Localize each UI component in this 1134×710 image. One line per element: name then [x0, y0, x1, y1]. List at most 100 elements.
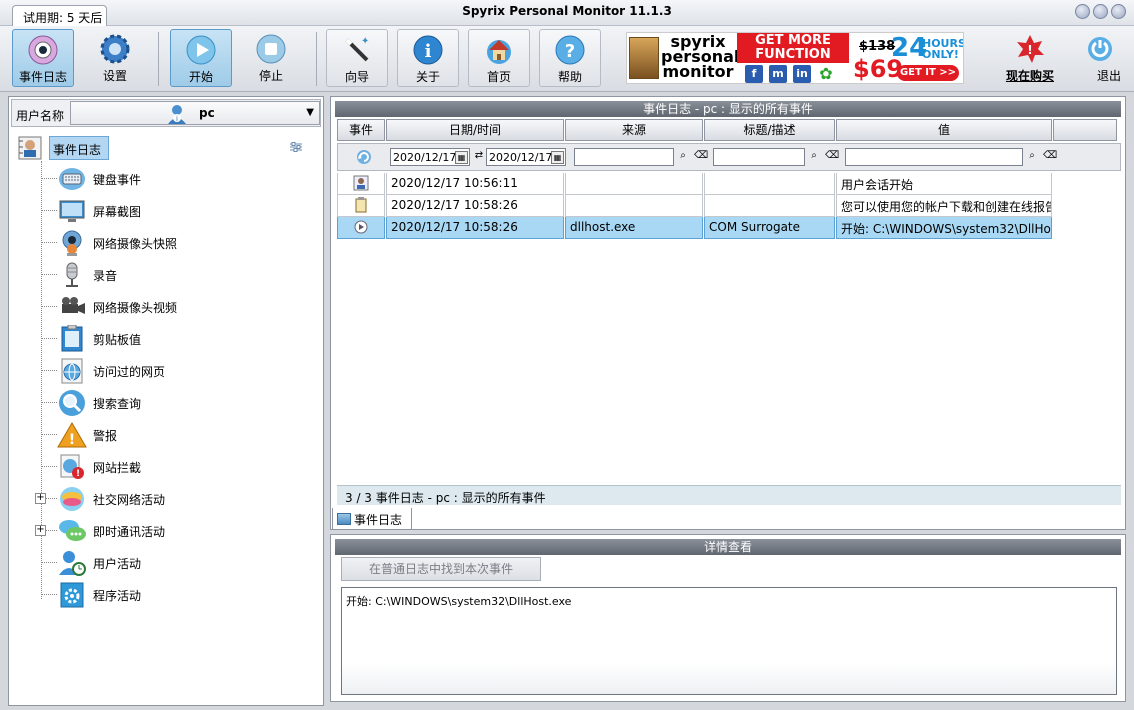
- date-link-icon[interactable]: ⇄: [472, 149, 486, 163]
- details-content[interactable]: 开始: C:\WINDOWS\system32\DllHost.exe: [341, 587, 1117, 695]
- close-button[interactable]: [1111, 4, 1126, 19]
- find-in-log-button[interactable]: 在普通日志中找到本次事件: [341, 557, 541, 581]
- svg-text:?: ?: [565, 41, 575, 62]
- clear-filter-icon[interactable]: ⌫: [1043, 149, 1057, 163]
- source-filter-input[interactable]: [574, 148, 674, 166]
- event-log-icon: [17, 134, 45, 162]
- buy-now-button[interactable]: ! 现在购买: [970, 29, 1090, 87]
- help-icon: ?: [554, 34, 586, 66]
- sidebar: 用户名称 i pc ▼ 事件日志 键盘事件 屏幕截图 网络摄像头快照 录音 网络…: [8, 96, 324, 706]
- tree-root-label: 事件日志: [49, 136, 109, 160]
- social-icon: [57, 485, 87, 513]
- toolbar-settings-button[interactable]: 设置: [84, 29, 146, 87]
- search-icon: [57, 389, 87, 417]
- binoculars-icon[interactable]: ⌕: [1025, 149, 1039, 163]
- sidebar-item-webcam-video[interactable]: 网络摄像头视频: [41, 291, 321, 323]
- home-icon: [483, 34, 515, 66]
- user-dropdown[interactable]: i pc ▼: [70, 101, 320, 125]
- linkedin-icon: in: [793, 65, 811, 83]
- promo-headline: GET MORE FUNCTION: [737, 33, 849, 63]
- minimize-button[interactable]: [1075, 4, 1090, 19]
- user-selector-row: 用户名称 i pc ▼: [11, 99, 321, 127]
- calendar-icon[interactable]: ▦: [551, 151, 564, 164]
- filter-row: 2020/12/17 ▦ ⇄ 2020/12/17 ▦ ⌕ ⌫ ⌕ ⌫ ⌕ ⌫: [337, 143, 1121, 171]
- toolbar-event-log-button[interactable]: 事件日志: [12, 29, 74, 87]
- svg-text:!: !: [69, 432, 75, 448]
- column-header-datetime[interactable]: 日期/时间: [386, 119, 564, 141]
- expand-toggle[interactable]: +: [35, 493, 46, 504]
- sidebar-item-webcam-snapshots[interactable]: 网络摄像头快照: [41, 227, 321, 259]
- column-header-event[interactable]: 事件: [337, 119, 385, 141]
- table-row-selected[interactable]: 2020/12/17 10:58:26 dllhost.exe COM Surr…: [337, 217, 1053, 239]
- user-icon: i: [165, 104, 189, 124]
- sidebar-item-user-activity[interactable]: 用户活动: [41, 547, 321, 579]
- sidebar-item-program-activity[interactable]: 程序活动: [41, 579, 321, 611]
- maximize-button[interactable]: [1093, 4, 1108, 19]
- table-row[interactable]: 2020/12/17 10:58:26 您可以使用您的帐户下载和创建在线报告: [337, 195, 1053, 217]
- promo-banner[interactable]: spyrix personal monitor GET MORE FUNCTIO…: [626, 32, 964, 84]
- promo-old-price: $138: [859, 39, 896, 54]
- sidebar-item-keyboard[interactable]: 键盘事件: [41, 163, 321, 195]
- stop-icon: [255, 33, 287, 65]
- promo-brand: spyrix personal monitor: [661, 32, 740, 81]
- globe-icon: [57, 357, 87, 385]
- sidebar-item-instant-messaging[interactable]: + 即时通讯活动: [35, 515, 321, 547]
- svg-text:!: !: [1027, 43, 1032, 57]
- events-status-bar: 3 / 3 事件日志 - pc : 显示的所有事件: [337, 485, 1121, 505]
- filter-settings-icon[interactable]: [289, 141, 303, 153]
- toolbar-separator: [158, 32, 159, 86]
- sidebar-item-social-network[interactable]: + 社交网络活动: [35, 483, 321, 515]
- trial-tab[interactable]: 试用期: 5 天后: [12, 5, 107, 27]
- toolbar-separator: [316, 32, 317, 86]
- sidebar-item-audio-recording[interactable]: 录音: [41, 259, 321, 291]
- sidebar-item-search-queries[interactable]: 搜索查询: [41, 387, 321, 419]
- chevron-down-icon: ▼: [306, 107, 314, 118]
- table-row[interactable]: 2020/12/17 10:56:11 用户会话开始: [337, 173, 1053, 195]
- play-icon: [185, 34, 217, 66]
- details-panel: 详情查看 在普通日志中找到本次事件 开始: C:\WINDOWS\system3…: [330, 534, 1126, 702]
- exit-button[interactable]: 退出: [1086, 29, 1132, 87]
- details-panel-header: 详情查看: [335, 539, 1121, 555]
- microphone-icon: [57, 261, 87, 289]
- binoculars-icon[interactable]: ⌕: [807, 149, 821, 163]
- toolbar-start-button[interactable]: 开始: [170, 29, 232, 87]
- toolbar-help-button[interactable]: ? 帮助: [539, 29, 601, 87]
- toolbar-stop-button[interactable]: 停止: [240, 29, 302, 87]
- user-label: 用户名称: [16, 109, 65, 123]
- sidebar-item-clipboard[interactable]: 剪贴板值: [41, 323, 321, 355]
- eye-icon: [27, 34, 59, 66]
- clipboard-icon: [337, 195, 385, 217]
- sidebar-item-alerts[interactable]: ! 警报: [41, 419, 321, 451]
- column-header-title[interactable]: 标题/描述: [704, 119, 835, 141]
- power-icon: [1086, 33, 1118, 65]
- calendar-icon[interactable]: ▦: [455, 151, 468, 164]
- user-activity-icon: [57, 549, 87, 577]
- toolbar-wizard-button[interactable]: ✦ 向导: [326, 29, 388, 87]
- webcam-icon: [57, 229, 87, 257]
- toolbar-home-button[interactable]: 首页: [468, 29, 530, 87]
- sidebar-item-screenshots[interactable]: 屏幕截图: [41, 195, 321, 227]
- warning-icon: !: [57, 421, 87, 449]
- column-header-value[interactable]: 值: [836, 119, 1052, 141]
- promo-get-it-button[interactable]: GET IT >>: [897, 65, 959, 81]
- value-filter-input[interactable]: [845, 148, 1023, 166]
- toolbar-about-button[interactable]: i 关于: [397, 29, 459, 87]
- refresh-filter-icon[interactable]: [356, 149, 372, 165]
- binoculars-icon[interactable]: ⌕: [676, 149, 690, 163]
- expand-toggle[interactable]: +: [35, 525, 46, 536]
- info-icon: i: [412, 34, 444, 66]
- tab-event-log[interactable]: 事件日志: [332, 508, 412, 530]
- product-box-icon: [629, 37, 659, 79]
- sidebar-item-website-blocking[interactable]: ! 网站拦截: [41, 451, 321, 483]
- video-camera-icon: [57, 293, 87, 321]
- wand-icon: ✦: [341, 34, 373, 66]
- column-header-source[interactable]: 来源: [565, 119, 703, 141]
- events-panel-header: 事件日志 - pc : 显示的所有事件: [335, 101, 1121, 117]
- icq-icon: ✿: [817, 65, 835, 83]
- screenshot-icon: [57, 197, 87, 225]
- title-filter-input[interactable]: [713, 148, 805, 166]
- window-controls: [1075, 4, 1126, 19]
- sidebar-item-visited-pages[interactable]: 访问过的网页: [41, 355, 321, 387]
- clear-filter-icon[interactable]: ⌫: [694, 149, 708, 163]
- clear-filter-icon[interactable]: ⌫: [825, 149, 839, 163]
